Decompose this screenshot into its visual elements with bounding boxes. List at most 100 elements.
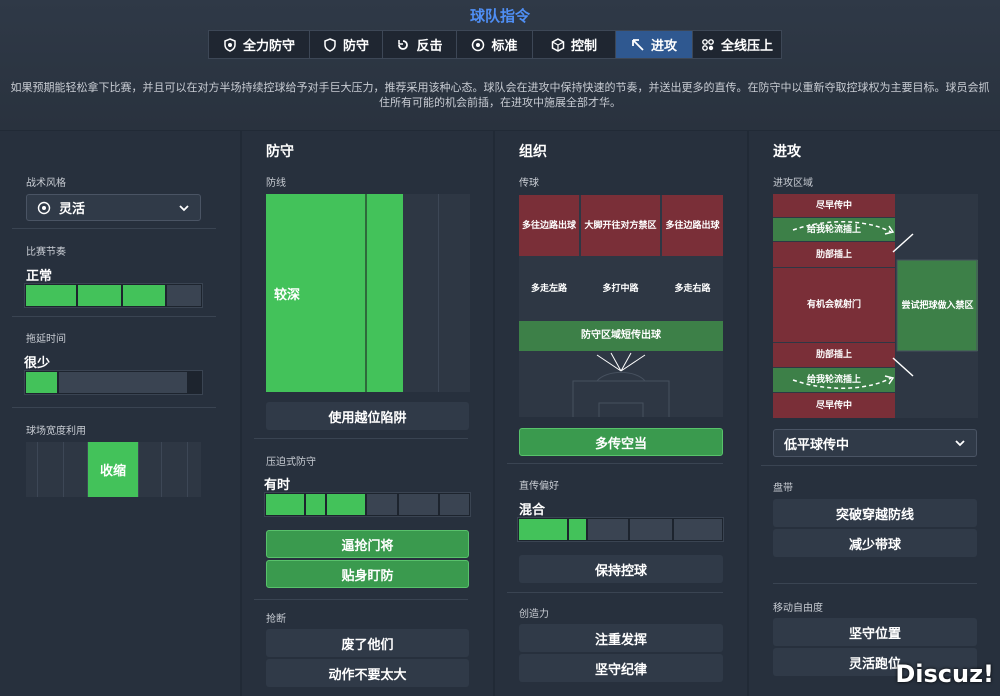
hard-tackle-button[interactable]: 废了他们 xyxy=(266,629,469,657)
direct-segment xyxy=(629,519,672,540)
defensive-line-value: 较深 xyxy=(266,194,367,392)
buildup-panel: 组织 传球 多往边路出球 大脚开往对方禁区 多往边路出球 多走左路 多打中路 多… xyxy=(495,131,747,696)
direct-segment xyxy=(588,519,628,540)
stay-on-feet-button[interactable]: 动作不要太大 xyxy=(266,659,469,687)
tab-label: 反击 xyxy=(416,39,443,54)
width-slot xyxy=(162,442,188,497)
defensive-line-label: 防线 xyxy=(266,178,286,189)
defense-panel: 防守 防线 较深 使用越位陷阱 压迫式防守 有时 逼抢门将 贴身盯防 抢断 废了… xyxy=(242,131,493,696)
width-slot xyxy=(38,442,64,497)
tempo-slider[interactable] xyxy=(24,283,203,308)
line-slot xyxy=(439,194,468,392)
tab-label: 控制 xyxy=(570,39,597,54)
attack-arrows xyxy=(792,221,978,389)
press-segment xyxy=(266,494,304,515)
mentality-tabs: 全力防守 防守 反击 标准 控制 进攻 全线压上 xyxy=(208,30,782,59)
divider xyxy=(12,228,216,229)
defense-title: 防守 xyxy=(266,144,294,160)
press-segment xyxy=(367,494,397,515)
creativity-label: 创造力 xyxy=(519,609,549,620)
time-wasting-slider[interactable] xyxy=(24,370,203,395)
directness-slider[interactable] xyxy=(517,517,724,542)
left-panel: 战术风格 灵活 比赛节奏 正常 拖延时间 很少 球场宽度利用 收缩 xyxy=(0,131,240,696)
chevron-down-icon xyxy=(955,440,965,447)
passing-pitch: 多往边路出球 大脚开往对方禁区 多往边路出球 多走左路 多打中路 多走右路 防守… xyxy=(519,195,723,417)
defensive-line-selector[interactable]: 较深 xyxy=(266,194,470,392)
dribble-less-button[interactable]: 减少带球 xyxy=(773,529,977,557)
pass-into-space-button[interactable]: 多传空当 xyxy=(519,428,723,456)
header-panel: 球队指令 全力防守 防守 反击 标准 控制 进攻 全线压上 如果预期能轻松拿下比… xyxy=(0,0,1000,130)
chevron-down-icon xyxy=(179,204,189,211)
retain-possession-button[interactable]: 保持控球 xyxy=(519,555,723,583)
time-wasting-label: 拖延时间 xyxy=(26,334,66,345)
freedom-label: 移动自由度 xyxy=(773,603,823,614)
attack-panel: 进攻 进攻区域 尽早传中 给我轮流插上 肋部插上 有机会就射门 肋部插上 给我轮… xyxy=(749,131,1000,696)
tab-defense[interactable]: 防守 xyxy=(310,31,383,58)
shield-star-icon xyxy=(224,37,236,52)
offside-trap-button[interactable]: 使用越位陷阱 xyxy=(266,402,469,430)
attack-title: 进攻 xyxy=(773,144,801,160)
mentality-description: 如果预期能轻松拿下比赛，并且可以在对方半场持续控球给予对手巨大压力，推荐采用该种… xyxy=(10,81,990,109)
express-yourself-button[interactable]: 注重发挥 xyxy=(519,624,723,652)
divider xyxy=(12,316,216,317)
attack-zone-label: 进攻区域 xyxy=(773,178,813,189)
width-slot xyxy=(138,442,162,497)
tempo-segment xyxy=(78,285,121,306)
direct-segment xyxy=(568,519,587,540)
press-segment xyxy=(440,494,469,515)
width-slot xyxy=(64,442,88,497)
tab-label: 防守 xyxy=(342,39,369,54)
tab-label: 进攻 xyxy=(650,39,677,54)
crossing-select[interactable]: 低平球传中 xyxy=(773,429,977,457)
divider xyxy=(254,438,468,439)
watermark: Discuz! xyxy=(895,660,994,688)
cube-icon xyxy=(551,37,565,52)
tempo-segment xyxy=(123,285,165,306)
run-at-defence-button[interactable]: 突破穿越防线 xyxy=(773,499,977,527)
tempo-segment xyxy=(167,285,201,306)
shield-icon xyxy=(324,37,336,52)
directness-label: 直传偏好 xyxy=(519,481,559,492)
tackling-label: 抢断 xyxy=(266,614,286,625)
width-selector[interactable]: 收缩 xyxy=(26,442,201,497)
tight-marking-button[interactable]: 贴身盯防 xyxy=(266,560,469,588)
style-label: 战术风格 xyxy=(26,178,66,189)
divider xyxy=(761,465,977,466)
line-slot xyxy=(367,194,403,392)
arrow-icon xyxy=(632,38,644,51)
tab-control[interactable]: 控制 xyxy=(533,31,616,58)
width-label: 球场宽度利用 xyxy=(26,426,86,437)
style-value: 灵活 xyxy=(59,202,86,217)
press-segment xyxy=(327,494,365,515)
tab-full-defense[interactable]: 全力防守 xyxy=(209,31,310,58)
dribbling-label: 盘带 xyxy=(773,483,793,494)
be-disciplined-button[interactable]: 坚守纪律 xyxy=(519,654,723,682)
press-segment xyxy=(399,494,438,515)
pressing-label: 压迫式防守 xyxy=(266,457,316,468)
hold-position-button[interactable]: 坚守位置 xyxy=(773,618,977,646)
ball-icon xyxy=(472,38,485,51)
time-wasting-value: 很少 xyxy=(24,356,51,371)
time-segment xyxy=(26,372,57,393)
crossing-value: 低平球传中 xyxy=(784,437,850,453)
press-goalkeeper-button[interactable]: 逼抢门将 xyxy=(266,530,469,558)
tab-attack[interactable]: 进攻 xyxy=(616,31,693,58)
divider xyxy=(507,463,723,464)
tempo-value: 正常 xyxy=(26,269,53,284)
tab-all-out[interactable]: 全线压上 xyxy=(693,31,781,58)
page-title: 球队指令 xyxy=(469,7,530,25)
pressing-slider[interactable] xyxy=(264,492,471,517)
tab-counter[interactable]: 反击 xyxy=(383,31,457,58)
tempo-segment xyxy=(26,285,76,306)
attack-pitch: 尽早传中 给我轮流插上 肋部插上 有机会就射门 肋部插上 给我轮流插上 尽早传中… xyxy=(773,194,978,418)
width-slot xyxy=(188,442,201,497)
tab-standard[interactable]: 标准 xyxy=(457,31,533,58)
rocket-icon xyxy=(702,38,714,51)
counter-icon xyxy=(398,39,409,50)
tab-label: 标准 xyxy=(491,39,518,54)
divider xyxy=(507,592,723,593)
width-slot xyxy=(26,442,38,497)
passing-label: 传球 xyxy=(519,178,539,189)
press-segment xyxy=(306,494,325,515)
style-select[interactable]: 灵活 xyxy=(26,194,201,221)
